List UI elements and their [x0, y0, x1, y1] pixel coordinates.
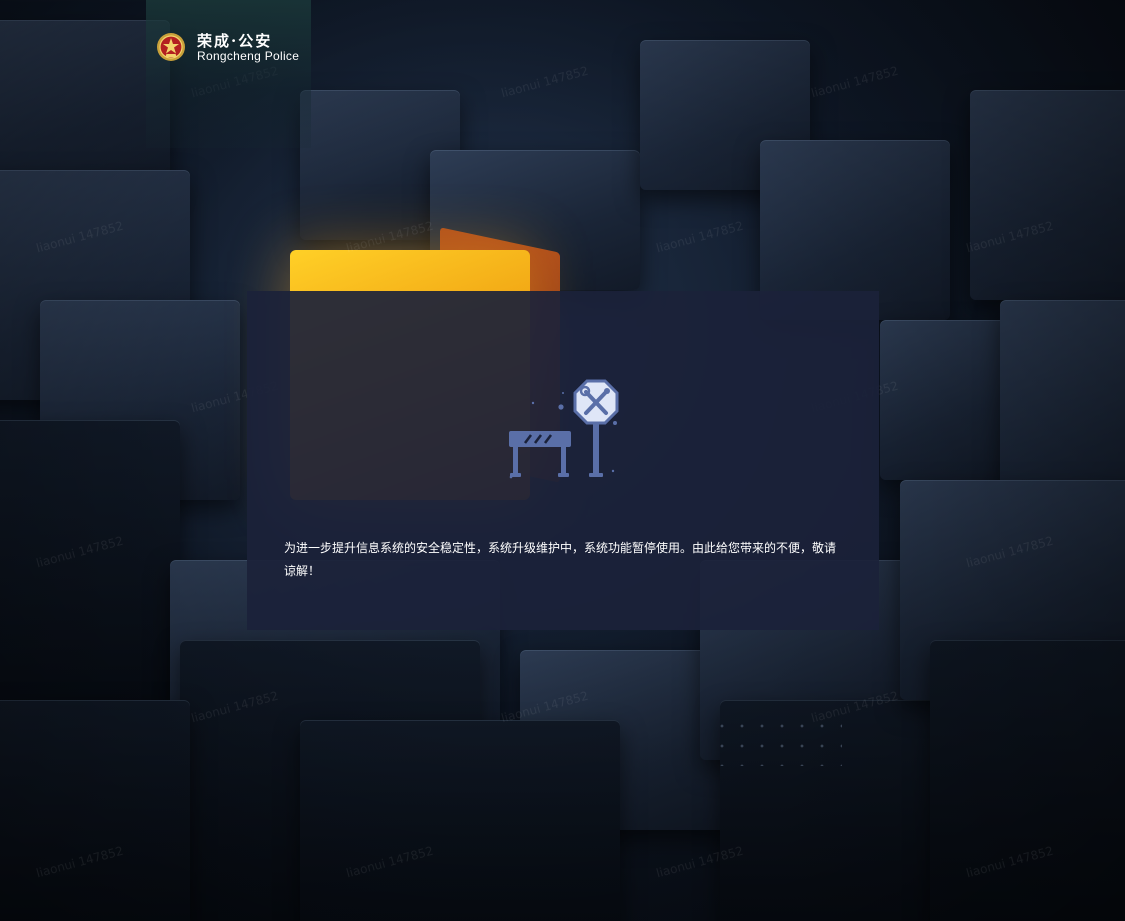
police-emblem-icon	[157, 33, 185, 61]
site-logo[interactable]: 荣成·公安 Rongcheng Police	[146, 0, 311, 148]
maintenance-card: 为进一步提升信息系统的安全稳定性，系统升级维护中，系统功能暂停使用。由此给您带来…	[247, 291, 879, 630]
maintenance-barrier-sign-icon	[509, 379, 619, 479]
watermark: liaonui 147852	[499, 63, 590, 101]
brand-name-en: Rongcheng Police	[197, 49, 300, 63]
watermark: liaonui 147852	[809, 63, 900, 101]
maintenance-message: 为进一步提升信息系统的安全稳定性，系统升级维护中，系统功能暂停使用。由此给您带来…	[284, 541, 837, 578]
brand-name-cn: 荣成·公安	[197, 32, 273, 50]
dot-grid-decoration	[712, 716, 842, 766]
watermark: liaonui 147852	[654, 218, 745, 256]
maintenance-page: liaonui 147852 liaonui 147852 liaonui 14…	[0, 0, 1125, 921]
